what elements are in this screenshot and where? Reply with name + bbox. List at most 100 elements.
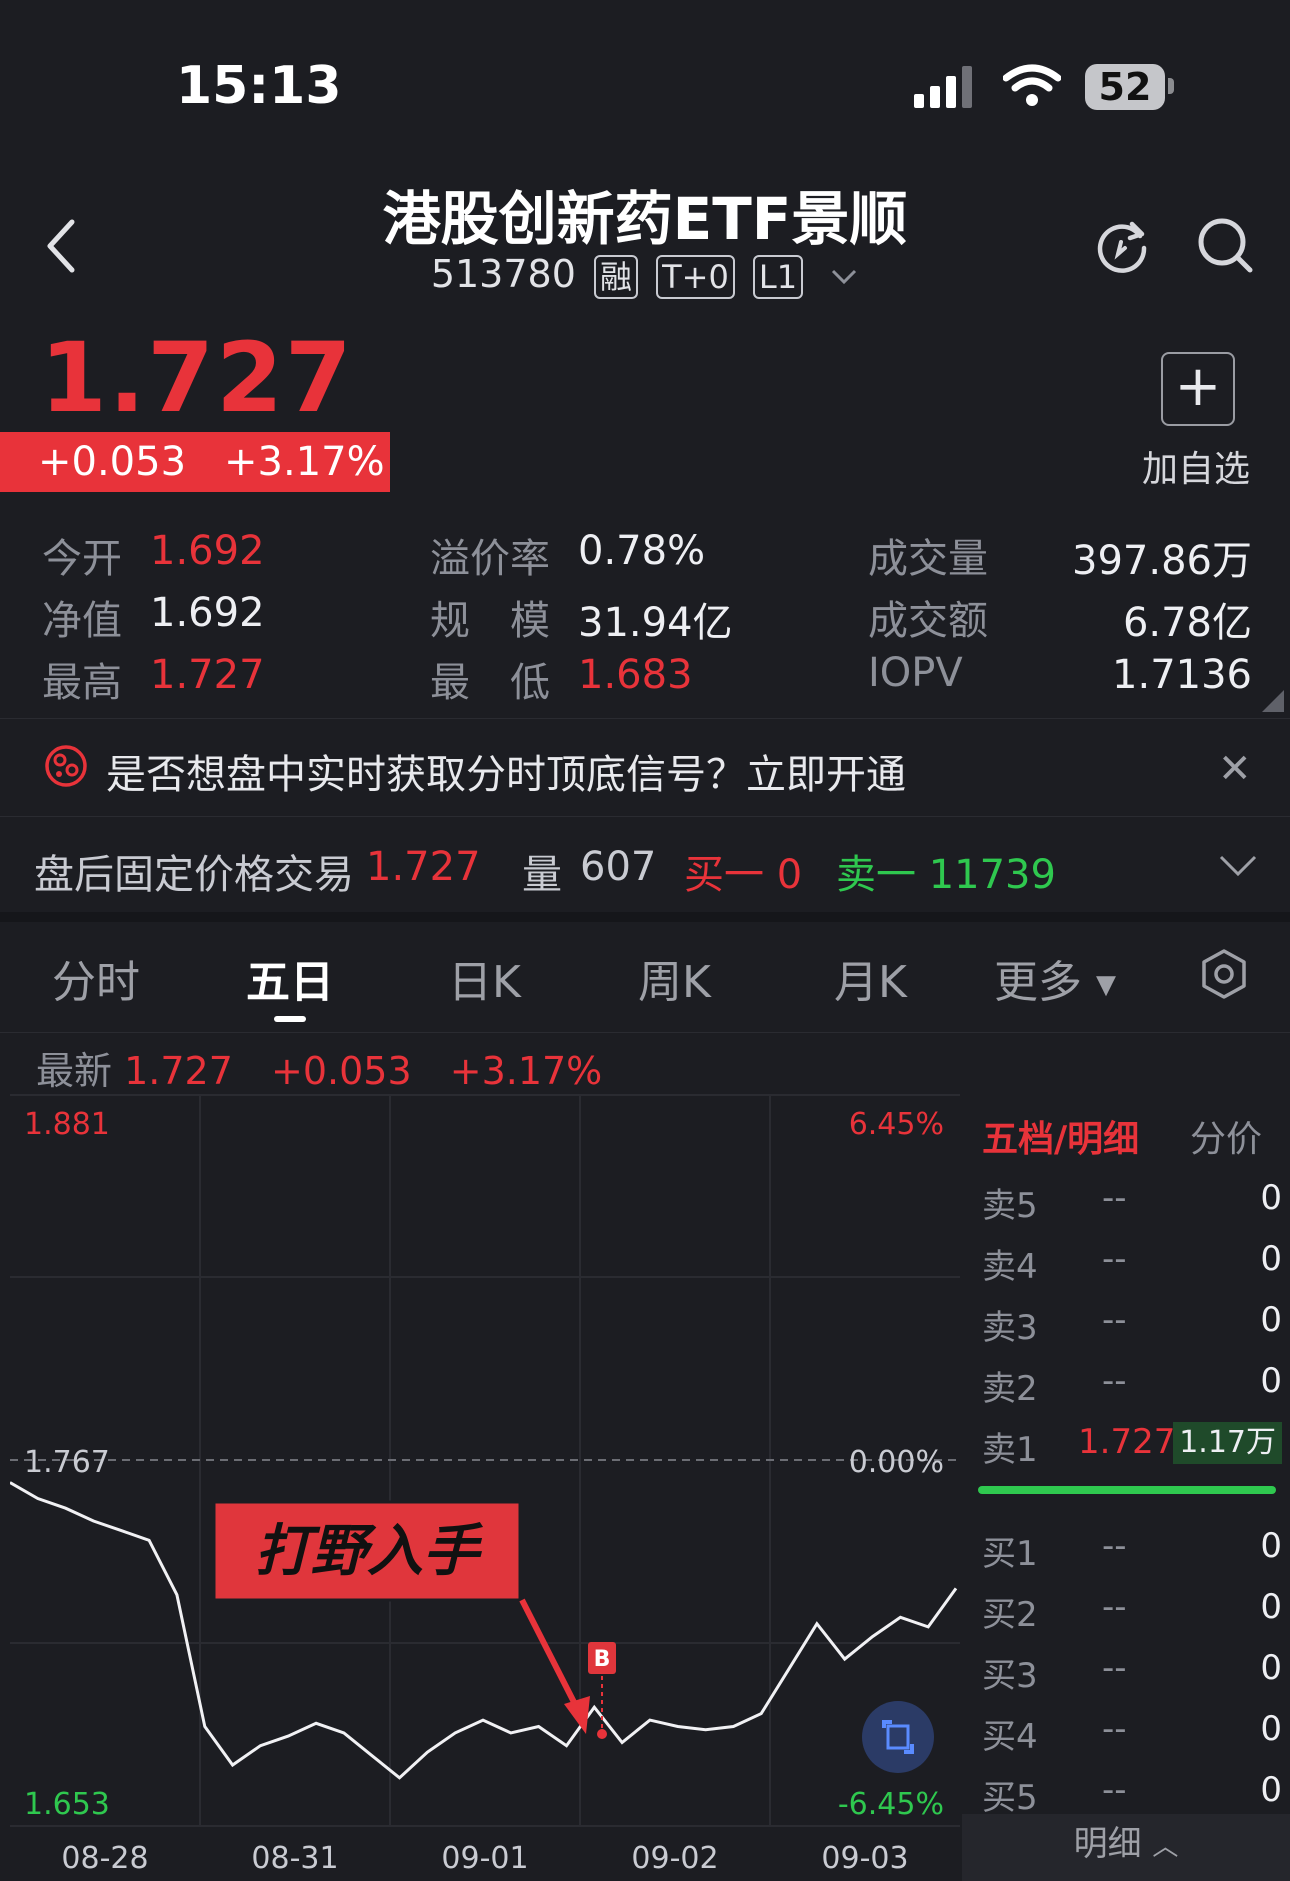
tab-more-label: 更多 xyxy=(994,957,1082,1008)
annotation-text: 打野入手 xyxy=(255,1519,484,1584)
y-axis-label-high: 1.881 xyxy=(24,1107,110,1142)
latest-price: 1.727 xyxy=(124,1049,233,1093)
y-axis-pct-low: -6.45% xyxy=(838,1787,944,1822)
x-axis-label: 08-31 xyxy=(251,1841,338,1876)
level1-tag: L1 xyxy=(752,254,804,299)
after-hours-vol: 607 xyxy=(580,844,657,890)
x-axis-label: 09-03 xyxy=(821,1841,908,1876)
battery-level: 52 xyxy=(1085,64,1165,110)
level-volume: 0 xyxy=(1260,1361,1282,1401)
level-label: 卖3 xyxy=(982,1308,1038,1348)
latest-pct: +3.17% xyxy=(449,1049,603,1093)
level-volume: 0 xyxy=(1260,1648,1282,1688)
x-axis-label: 08-28 xyxy=(61,1841,148,1876)
battery-icon xyxy=(1168,78,1174,94)
open-label: 今开 xyxy=(42,536,122,582)
search-icon[interactable] xyxy=(1196,216,1254,274)
level-price: -- xyxy=(1102,1361,1127,1401)
y-axis-pct-mid: 0.00% xyxy=(849,1445,944,1480)
y-axis-label-low: 1.653 xyxy=(24,1787,110,1822)
price-change: +0.053 xyxy=(38,439,187,485)
chevron-down-icon[interactable] xyxy=(829,267,859,287)
level-price: -- xyxy=(1102,1770,1127,1810)
level-price: -- xyxy=(1102,1300,1127,1340)
chevron-down-icon[interactable] xyxy=(1218,854,1258,878)
nav-value: 1.692 xyxy=(150,590,265,636)
level-price: -- xyxy=(1102,1178,1127,1218)
level-volume: 1.17万 xyxy=(1173,1422,1282,1464)
level-label: 卖4 xyxy=(982,1247,1038,1287)
five-day-price-chart[interactable]: 打野入手 B 1.881 1.767 1.653 6.45% 0.00% -6.… xyxy=(10,1094,960,1881)
nav-label: 净值 xyxy=(42,598,122,644)
level-label: 卖2 xyxy=(982,1369,1038,1409)
volume-value: 397.86万 xyxy=(1072,538,1252,584)
settings-icon[interactable] xyxy=(1200,948,1248,1000)
security-code: 513780 xyxy=(430,252,576,296)
after-hours-sell1: 卖一 11739 xyxy=(836,852,1056,898)
cellular-signal-icon xyxy=(914,66,972,108)
level-volume: 0 xyxy=(1260,1300,1282,1340)
tab-more[interactable]: 更多 ▼ xyxy=(994,946,1116,1010)
bid-ask-ratio-bar xyxy=(978,1486,1276,1494)
buy-marker-label: B xyxy=(594,1647,611,1672)
level-label: 买4 xyxy=(982,1717,1038,1757)
volume-label: 成交量 xyxy=(868,536,988,582)
order-book-panel: 五档/明细 分价 卖5 -- 0 卖4 -- 0 卖3 -- 0 卖2 -- 0 卖1 1.727 1.17… xyxy=(962,1094,1290,1881)
level-volume: 0 xyxy=(1260,1770,1282,1810)
x-axis-label: 09-02 xyxy=(631,1841,718,1876)
signal-icon xyxy=(45,745,87,787)
tab-five-day[interactable]: 五日 xyxy=(246,946,334,1010)
level-price: -- xyxy=(1102,1648,1127,1688)
refresh-icon[interactable] xyxy=(1094,218,1150,274)
active-tab-indicator xyxy=(274,1016,306,1022)
annotation-arrow xyxy=(564,1696,590,1734)
amount-label: 成交额 xyxy=(868,598,988,644)
tab-monthly-k[interactable]: 月K xyxy=(834,946,907,1010)
add-watchlist-button[interactable]: + xyxy=(1161,352,1235,426)
level-price: 1.727 xyxy=(1078,1422,1176,1462)
amount-value: 6.78亿 xyxy=(1122,600,1252,646)
chart-grid xyxy=(10,1094,960,1827)
level-price: -- xyxy=(1102,1587,1127,1627)
order-book-tab[interactable]: 五档/明细 xyxy=(982,1110,1139,1162)
tab-weekly-k[interactable]: 周K xyxy=(638,946,711,1010)
level-label: 买1 xyxy=(982,1534,1038,1574)
price-change-badge: +0.053 +3.17% xyxy=(0,432,390,492)
after-hours-label: 盘后固定价格交易 xyxy=(34,852,354,898)
low-label: 最 低 xyxy=(430,660,550,706)
tab-intraday[interactable]: 分时 xyxy=(52,946,140,1010)
latest-label: 最新 xyxy=(36,1049,113,1093)
expand-chart-button[interactable] xyxy=(862,1701,934,1773)
close-icon[interactable]: ✕ xyxy=(1218,746,1252,792)
signal-banner-text[interactable]: 是否想盘中实时获取分时顶底信号？立即开通 xyxy=(106,742,906,800)
tab-daily-k[interactable]: 日K xyxy=(448,946,521,1010)
after-hours-price: 1.727 xyxy=(366,844,481,890)
detail-toggle[interactable]: 明细 ︿ xyxy=(962,1814,1290,1881)
level-price: -- xyxy=(1102,1526,1127,1566)
level-label: 买5 xyxy=(982,1778,1038,1818)
level-volume: 0 xyxy=(1260,1587,1282,1627)
level-volume: 0 xyxy=(1260,1178,1282,1218)
level-label: 卖5 xyxy=(982,1186,1038,1226)
margin-tag: 融 xyxy=(593,254,638,299)
open-value: 1.692 xyxy=(150,528,265,574)
level-price: -- xyxy=(1102,1239,1127,1279)
iopv-label: IOPV xyxy=(868,650,963,696)
level-label: 买3 xyxy=(982,1656,1038,1696)
scale-label: 规 模 xyxy=(430,598,550,644)
low-value: 1.683 xyxy=(578,652,693,698)
level-volume: 0 xyxy=(1260,1526,1282,1566)
high-value: 1.727 xyxy=(150,652,265,698)
after-hours-buy1: 买一 0 xyxy=(684,852,803,898)
scale-value: 31.94亿 xyxy=(578,600,733,646)
premium-value: 0.78% xyxy=(578,528,706,574)
level-volume: 0 xyxy=(1260,1239,1282,1279)
y-axis-label-mid: 1.767 xyxy=(24,1445,110,1480)
status-time: 15:13 xyxy=(176,56,342,116)
iopv-value: 1.7136 xyxy=(1112,652,1252,698)
add-watchlist-label[interactable]: 加自选 xyxy=(1142,440,1250,492)
high-label: 最高 xyxy=(42,660,122,706)
y-axis-pct-high: 6.45% xyxy=(849,1107,944,1142)
price-distribution-tab[interactable]: 分价 xyxy=(1190,1110,1262,1162)
expand-corner-icon[interactable] xyxy=(1262,690,1284,712)
